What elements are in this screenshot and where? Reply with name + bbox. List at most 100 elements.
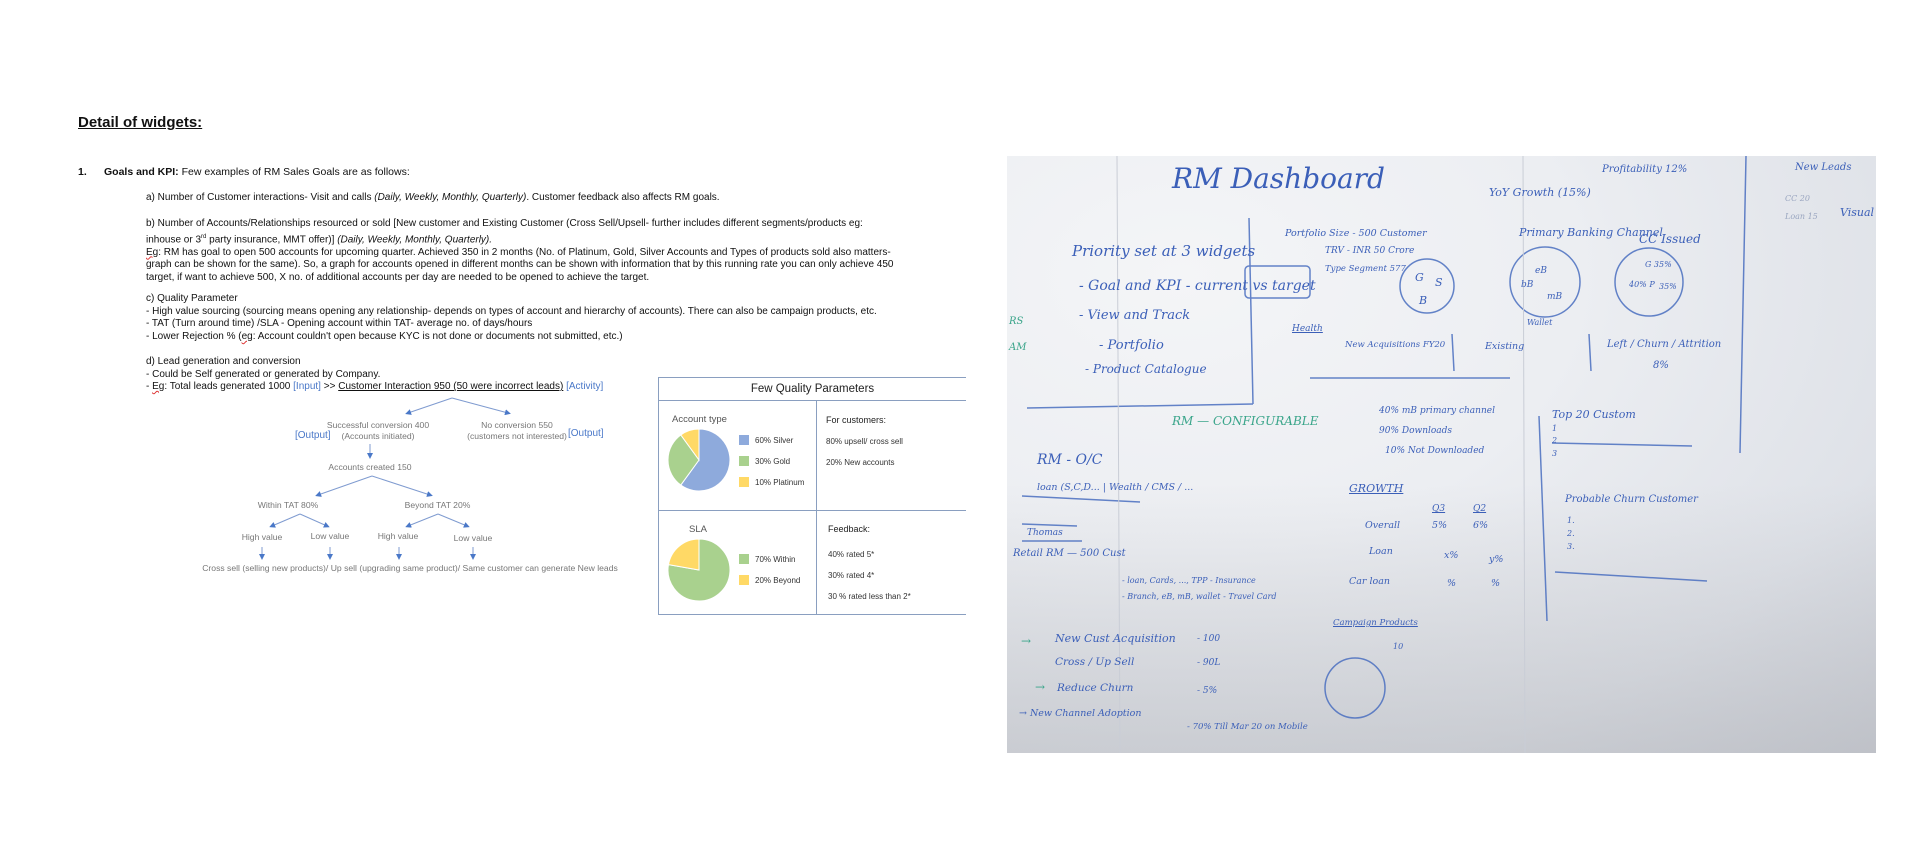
- wb-portfolio-3: Type Segment 577: [1325, 264, 1406, 274]
- board-line: [1451, 333, 1455, 372]
- sla-label: SLA: [689, 524, 707, 535]
- wb-title: RM Dashboard: [1172, 162, 1385, 195]
- wb-churn-1: 1.: [1567, 516, 1575, 525]
- wb-channel-2: 90% Downloads: [1379, 426, 1453, 436]
- wb-priority-2: - View and Track: [1079, 308, 1191, 323]
- wb-rm-oc: RM - O/C: [1037, 452, 1103, 468]
- wb-top20: Top 20 Custom: [1552, 408, 1636, 421]
- wb-leads-cc: CC 20: [1785, 194, 1810, 203]
- wb-cc-other: 35%: [1659, 282, 1677, 291]
- wb-new-acq: New Acquisitions FY20: [1345, 340, 1446, 350]
- wb-goal-3-label: Reduce Churn: [1057, 682, 1134, 694]
- board-line: [1588, 333, 1592, 372]
- wb-goal-2-value: - 90L: [1197, 658, 1221, 668]
- board-line: [1554, 571, 1708, 582]
- quality-parameters-panel: Few Quality Parameters Account type 60% …: [658, 377, 966, 615]
- wb-retail-rm: Retail RM — 500 Cust: [1013, 548, 1126, 559]
- wb-rm-line: loan (S,C,D... | Wealth / CMS / ...: [1037, 482, 1194, 493]
- wb-priority-4: - Product Catalogue: [1085, 362, 1207, 376]
- flow-noconv-line1: No conversion 550: [481, 420, 553, 430]
- legend-platinum: 10% Platinum: [755, 478, 805, 487]
- wb-bank-mb: mB: [1547, 292, 1563, 302]
- wb-growth-row3-label: Car loan: [1349, 576, 1391, 587]
- arrow-to-high2: [405, 513, 439, 528]
- wb-seg-s: S: [1435, 276, 1443, 289]
- board-line: [1026, 403, 1254, 409]
- legend-swatch-silver: [739, 435, 749, 445]
- legend-within: 70% Within: [755, 555, 796, 564]
- wb-campaign-products: Campaign Products: [1333, 618, 1418, 628]
- flowchart-arrows: [259, 397, 511, 560]
- wb-seg-g: G: [1415, 271, 1424, 284]
- wb-priority-heading: Priority set at 3 widgets: [1072, 242, 1256, 260]
- wb-top20-3: 3: [1552, 449, 1558, 458]
- wb-cc-issued: CC Issued: [1639, 232, 1701, 246]
- legend-silver: 60% Silver: [755, 436, 794, 445]
- arrow-to-low2: [437, 513, 470, 528]
- wb-priority-3: - Portfolio: [1099, 338, 1164, 353]
- wb-new-leads: New Leads: [1795, 162, 1852, 173]
- wb-probable-churn: Probable Churn Customer: [1565, 494, 1698, 505]
- wb-campaign-count: 10: [1393, 642, 1404, 651]
- wb-growth-row3-q2: %: [1491, 578, 1501, 589]
- account-type-pie: [667, 428, 731, 492]
- wb-top20-2: 2: [1552, 436, 1558, 445]
- wb-cc-g: G 35%: [1645, 260, 1672, 269]
- wb-growth-row2-q2: y%: [1489, 554, 1504, 565]
- flow-noconv-line2: (customers not interested): [467, 431, 567, 441]
- wb-side-rs: RS: [1009, 316, 1024, 327]
- wb-leads-loan: Loan 15: [1785, 212, 1818, 221]
- wb-churn-2: 2.: [1567, 529, 1575, 538]
- customers-item-2: 20% New accounts: [826, 458, 895, 467]
- legend-swatch-within: [739, 554, 749, 564]
- wb-existing: Existing: [1485, 341, 1525, 352]
- wb-growth-row3-q3: %: [1447, 578, 1457, 589]
- legend-gold: 30% Gold: [755, 457, 791, 466]
- flow-success-line1: Successful conversion 400: [326, 420, 430, 430]
- customers-item-1: 80% upsell/ cross sell: [826, 437, 903, 446]
- flow-high-value-2: High value: [377, 531, 419, 541]
- flow-within-tat: Within TAT 80%: [257, 500, 319, 510]
- wb-portfolio-2: TRV - INR 50 Crore: [1325, 246, 1415, 256]
- account-type-label: Account type: [672, 414, 727, 425]
- wb-configurable: RM — CONFIGURABLE: [1172, 414, 1319, 428]
- wb-growth: GROWTH: [1349, 482, 1404, 495]
- board-line: [1739, 156, 1747, 454]
- wb-yoy-growth: YoY Growth (15%): [1489, 186, 1591, 199]
- feedback-item-2: 30% rated 4*: [828, 571, 875, 580]
- campaign-pie-drawing: [1324, 657, 1386, 719]
- feedback-heading: Feedback:: [828, 524, 871, 534]
- flow-accounts-created: Accounts created 150: [328, 462, 412, 472]
- legend-swatch-platinum: [739, 477, 749, 487]
- arrow-to-high1: [269, 513, 301, 528]
- wb-thomas: Thomas: [1027, 528, 1063, 538]
- arrow-to-low1: [299, 513, 330, 528]
- wb-top20-1: 1: [1552, 424, 1558, 433]
- wb-goal-4-label: → New Channel Adoption: [1019, 708, 1142, 719]
- wb-goal-4-text: New Channel Adoption: [1029, 708, 1142, 719]
- quality-panel-title: Few Quality Parameters: [659, 378, 966, 401]
- output-tag-left: [Output]: [295, 430, 331, 441]
- board-line: [1021, 523, 1078, 527]
- wb-profitability: Profitability 12%: [1602, 164, 1688, 175]
- flow-success: Successful conversion 400 (Accounts init…: [318, 420, 438, 442]
- board-line: [1538, 415, 1548, 622]
- output-tag-right: [Output]: [568, 428, 604, 439]
- flow-high-value-1: High value: [241, 532, 283, 542]
- wb-retail-sub2: - Branch, eB, mB, wallet - Travel Card: [1122, 592, 1277, 601]
- wb-bank-bb: bB: [1521, 280, 1534, 290]
- arrow-to-within: [315, 475, 373, 497]
- wb-bank-wallet: Wallet: [1527, 318, 1553, 327]
- wb-goal-2-label: Cross / Up Sell: [1055, 656, 1135, 668]
- wb-side-am: AM: [1009, 342, 1027, 353]
- wb-churn-3: 3.: [1567, 542, 1575, 551]
- pie-slice-beyond: [667, 538, 700, 571]
- feedback-item-3: 30 % rated less than 2*: [828, 592, 911, 601]
- wb-channel-1: 40% mB primary channel: [1379, 406, 1495, 416]
- legend-swatch-gold: [739, 456, 749, 466]
- legend-beyond: 20% Beyond: [755, 576, 801, 585]
- whiteboard-photo: RM Dashboard Priority set at 3 widgets -…: [1007, 156, 1876, 753]
- wb-left-churn: Left / Churn / Attrition: [1607, 339, 1722, 350]
- wb-retail-sub1: - loan, Cards, ..., TPP - Insurance: [1122, 576, 1256, 585]
- flow-success-line2: (Accounts initiated): [341, 431, 415, 441]
